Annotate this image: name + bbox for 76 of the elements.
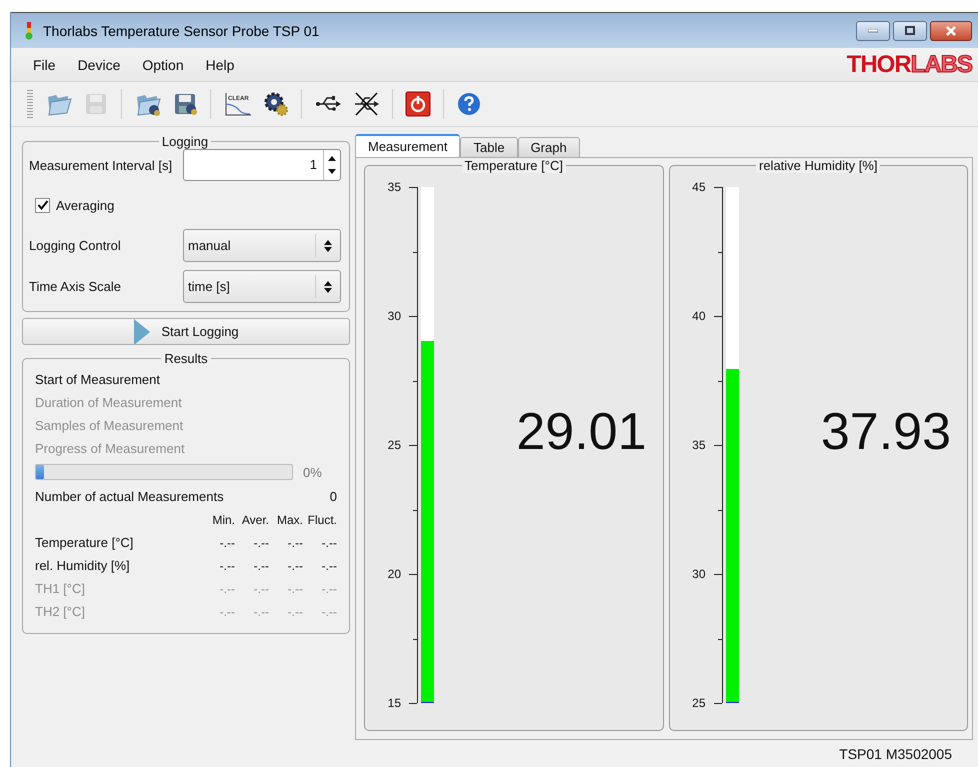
scale-label: 40 [692, 309, 706, 323]
maximize-button[interactable] [893, 20, 927, 40]
table-cell-text: -.-- [286, 558, 303, 572]
scale-label: 35 [388, 180, 401, 194]
tab[interactable]: Measurement [355, 134, 460, 157]
updown-arrows-icon [324, 280, 332, 294]
gauge-title: relative Humidity [%] [756, 158, 880, 173]
maximize-icon [905, 26, 915, 35]
field-label: Time Axis Scale [29, 279, 121, 294]
row-label: TH1 [°C] [35, 581, 86, 596]
minimize-button[interactable] [856, 20, 890, 40]
device-status: TSP01 M3502005 [839, 746, 952, 762]
scale-label: 35 [692, 438, 706, 452]
menu-item[interactable]: Device [78, 56, 132, 72]
group-title: Logging [160, 134, 210, 149]
count-value: 0 [330, 488, 337, 504]
table-cell-text: -.-- [320, 536, 337, 550]
logging-control-dropdown[interactable]: manual [183, 229, 341, 262]
scale-label: 25 [692, 696, 706, 710]
column-header: Aver. [240, 512, 269, 526]
result-label: Duration of Measurement [35, 394, 183, 412]
table-cell-text: -.-- [252, 604, 269, 618]
averaging-checkbox[interactable]: Averaging [29, 189, 341, 221]
reading-value: 29.01 [516, 402, 646, 462]
result-label: Samples of Measurement [35, 417, 184, 435]
scale-label: 30 [388, 309, 401, 323]
scale-label: 45 [692, 180, 706, 194]
count-label: Number of actual Measurements [35, 488, 224, 504]
column-header: Max. [276, 512, 303, 526]
table-cell-text: -.-- [252, 558, 269, 572]
column-header: Fluct. [306, 512, 337, 526]
table-cell-text: -.-- [286, 536, 303, 550]
table-cell-text: -.-- [252, 582, 269, 596]
row-label: TH2 [°C] [35, 604, 86, 619]
field-label: Measurement Interval [s] [29, 158, 172, 172]
table-cell-text: -.-- [320, 582, 337, 596]
column-header: Min. [211, 512, 235, 526]
table-cell-text: -.-- [286, 582, 303, 596]
result-label: Start of Measurement [35, 371, 161, 389]
scale-label: 25 [388, 438, 401, 452]
window-title: Thorlabs Temperature Sensor Probe TSP 01 [43, 22, 320, 38]
tab[interactable]: Table [460, 137, 518, 157]
table-cell-text: -.-- [218, 536, 235, 550]
scale-label: 20 [388, 567, 401, 581]
reading-value: 37.93 [820, 402, 951, 462]
table-cell-text: -.-- [218, 558, 235, 572]
table-cell-text: -.-- [320, 604, 337, 618]
menu-item[interactable]: Help [206, 56, 246, 72]
interval-spinbox[interactable]: 1 [183, 149, 341, 181]
menu-item[interactable]: Option [142, 56, 195, 72]
progress-percent: 0% [303, 464, 322, 480]
table-cell-text: -.-- [252, 536, 269, 550]
checkbox[interactable] [35, 198, 50, 212]
field-label: Logging Control [29, 238, 121, 253]
row-label: Temperature [°C] [35, 535, 134, 550]
menu-item[interactable]: File [33, 56, 67, 72]
scale-label: 15 [388, 696, 401, 710]
minimize-icon [868, 28, 878, 32]
gauge-title: Temperature [°C] [462, 158, 566, 173]
logo: THORLABS [846, 50, 972, 78]
play-icon [133, 319, 152, 344]
time-axis-dropdown[interactable]: time [s] [183, 270, 341, 303]
close-button[interactable] [930, 20, 972, 40]
thermometer-icon [25, 22, 33, 40]
updown-arrows-icon [324, 238, 332, 252]
result-label: Progress of Measurement [35, 440, 186, 458]
close-icon [945, 26, 957, 36]
table-cell-text: -.-- [320, 558, 337, 572]
table-cell-text: -.-- [218, 604, 235, 618]
table-cell-text: -.-- [218, 582, 235, 596]
group-title: Results [163, 351, 209, 366]
table-cell-text: -.-- [286, 604, 303, 618]
row-label: rel. Humidity [%] [35, 558, 131, 573]
start-logging-button[interactable]: Start Logging [22, 318, 350, 345]
tab[interactable]: Graph [518, 137, 580, 157]
scale-label: 30 [692, 567, 706, 581]
